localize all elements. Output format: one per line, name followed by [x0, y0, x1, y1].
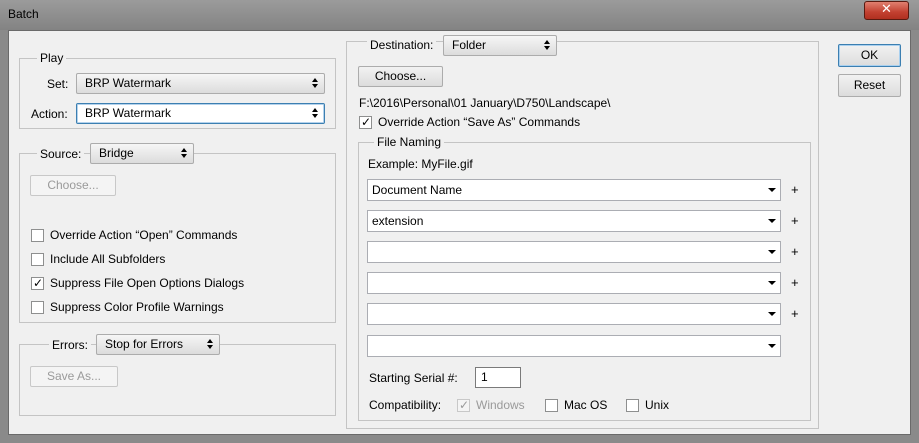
- unix-label: Unix: [645, 398, 670, 412]
- destination-choose-button[interactable]: Choose...: [358, 66, 443, 87]
- windows-checkbox[interactable]: ✓: [457, 398, 470, 412]
- up-down-arrow-icon: [312, 108, 319, 119]
- naming-field-5[interactable]: [367, 303, 781, 325]
- override-open-label: Override Action “Open” Commands: [50, 228, 238, 242]
- errors-select-value: Stop for Errors: [105, 337, 184, 351]
- up-down-arrow-icon: [312, 78, 319, 89]
- override-open-checkbox[interactable]: [31, 229, 44, 242]
- source-label: Source:: [37, 147, 85, 161]
- action-select-value: BRP Watermark: [85, 106, 172, 120]
- suppress-color-warnings-checkbox[interactable]: [31, 301, 44, 314]
- dropdown-arrow-icon: [768, 344, 776, 348]
- suppress-color-warnings-label: Suppress Color Profile Warnings: [50, 300, 224, 314]
- source-select-value: Bridge: [99, 146, 134, 160]
- compatibility-label: Compatibility:: [369, 398, 442, 412]
- add-field-plus-icon[interactable]: +: [791, 306, 799, 321]
- title-bar[interactable]: Batch ✕: [0, 0, 919, 30]
- mac-os-checkbox[interactable]: [545, 399, 558, 412]
- override-save-as-checkbox[interactable]: ✓: [359, 115, 372, 129]
- checkmark-icon: ✓: [361, 115, 372, 129]
- window-title: Batch: [8, 7, 39, 21]
- naming-field-value: Document Name: [372, 183, 463, 197]
- add-field-plus-icon[interactable]: +: [791, 182, 799, 197]
- windows-label: Windows: [476, 398, 525, 412]
- include-subfolders-checkbox[interactable]: [31, 253, 44, 266]
- source-select[interactable]: Bridge: [90, 143, 194, 164]
- dropdown-arrow-icon: [768, 312, 776, 316]
- set-label: Set:: [47, 77, 69, 91]
- ok-button[interactable]: OK: [838, 44, 901, 67]
- override-save-as-label: Override Action “Save As” Commands: [378, 115, 581, 129]
- errors-label: Errors:: [49, 338, 91, 352]
- file-naming-title: File Naming: [374, 135, 445, 149]
- action-select[interactable]: BRP Watermark: [76, 103, 325, 124]
- add-field-plus-icon[interactable]: +: [791, 213, 799, 228]
- naming-field-1[interactable]: Document Name: [367, 179, 781, 201]
- dropdown-arrow-icon: [768, 219, 776, 223]
- up-down-arrow-icon: [181, 148, 188, 159]
- source-choose-button[interactable]: Choose...: [30, 175, 116, 196]
- file-naming-example: Example: MyFile.gif: [368, 157, 473, 171]
- set-select-value: BRP Watermark: [85, 76, 172, 90]
- destination-path: F:\2016\Personal\01 January\D750\Landsca…: [359, 96, 611, 110]
- dropdown-arrow-icon: [768, 281, 776, 285]
- naming-field-6[interactable]: [367, 335, 781, 357]
- batch-dialog: Batch ✕ Play Set: BRP Watermark Action: …: [0, 0, 919, 443]
- close-button[interactable]: ✕: [864, 1, 909, 20]
- serial-label: Starting Serial #:: [369, 371, 458, 385]
- serial-input[interactable]: 1: [475, 367, 521, 388]
- checkmark-icon: ✓: [33, 276, 44, 290]
- suppress-open-options-label: Suppress File Open Options Dialogs: [50, 276, 245, 290]
- destination-label: Destination:: [367, 38, 437, 52]
- dialog-body: Play Set: BRP Watermark Action: BRP Wate…: [8, 30, 911, 435]
- unix-checkbox[interactable]: [626, 399, 639, 412]
- naming-field-value: extension: [372, 214, 424, 228]
- naming-field-3[interactable]: [367, 241, 781, 263]
- save-as-button[interactable]: Save As...: [30, 366, 118, 387]
- checkmark-icon: ✓: [459, 398, 470, 412]
- destination-select-value: Folder: [452, 38, 487, 52]
- dropdown-arrow-icon: [768, 250, 776, 254]
- naming-field-4[interactable]: [367, 272, 781, 294]
- reset-button[interactable]: Reset: [838, 74, 901, 97]
- destination-select[interactable]: Folder: [443, 35, 557, 56]
- mac-os-label: Mac OS: [564, 398, 608, 412]
- up-down-arrow-icon: [207, 339, 214, 350]
- include-subfolders-label: Include All Subfolders: [50, 252, 166, 266]
- action-label: Action:: [31, 107, 68, 121]
- errors-select[interactable]: Stop for Errors: [96, 334, 220, 355]
- dropdown-arrow-icon: [768, 188, 776, 192]
- add-field-plus-icon[interactable]: +: [791, 275, 799, 290]
- up-down-arrow-icon: [544, 40, 551, 51]
- add-field-plus-icon[interactable]: +: [791, 244, 799, 259]
- suppress-open-options-checkbox[interactable]: ✓: [31, 276, 44, 290]
- naming-field-2[interactable]: extension: [367, 210, 781, 232]
- set-select[interactable]: BRP Watermark: [76, 73, 325, 94]
- play-group-title: Play: [37, 51, 67, 65]
